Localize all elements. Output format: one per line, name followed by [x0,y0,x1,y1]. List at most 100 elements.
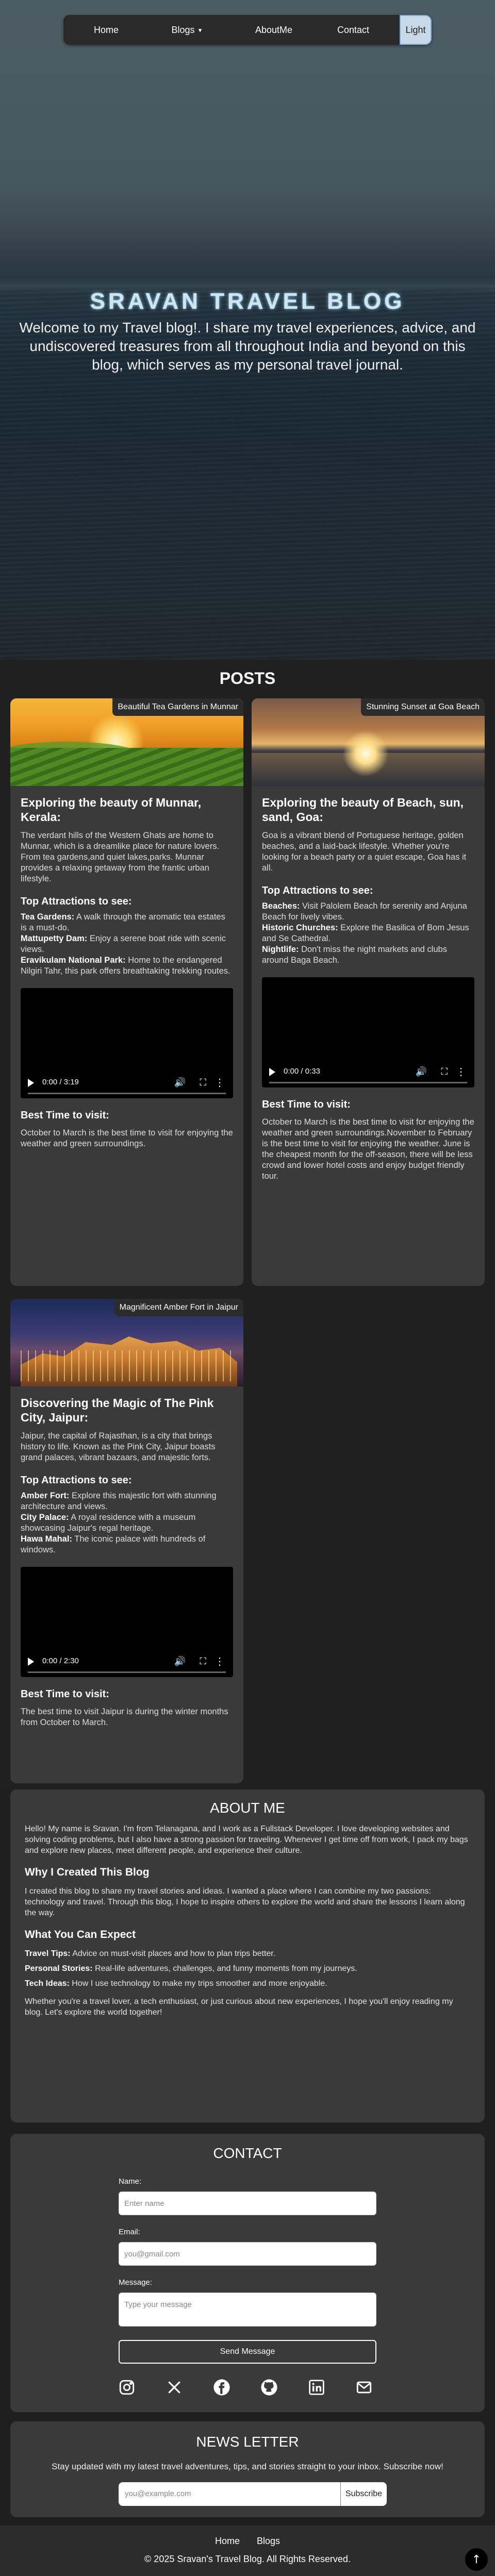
email-icon[interactable] [354,2377,374,2398]
expect-item: Tech Ideas: How I use technology to make… [25,1978,470,1989]
theme-toggle-button[interactable]: Light [400,15,432,45]
footer-home-link[interactable]: Home [215,2536,240,2546]
fullscreen-icon[interactable]: ⛶ [200,1656,206,1667]
facebook-icon[interactable] [211,2377,232,2398]
video-player[interactable]: 0:00 / 2:30 🔊 ⛶ ⋮ [21,1567,233,1677]
x-icon[interactable] [164,2377,185,2398]
video-time: 0:00 / 2:30 [42,1657,79,1665]
post-caption: Stunning Sunset at Goa Beach [361,698,485,716]
attraction-item: Tea Gardens: A walk through the aromatic… [21,912,233,933]
post-best-time-text: October to March is the best time to vis… [262,1117,474,1181]
attraction-name: City Palace: [21,1513,69,1522]
caret-down-icon: ▼ [197,27,203,34]
attraction-item: Beaches: Visit Palolem Beach for serenit… [262,901,474,923]
about-why-text: I created this blog to share my travel s… [25,1887,465,1917]
back-to-top-arrow-icon[interactable]: ↑ [465,2548,488,2571]
nav-blogs-dropdown[interactable]: Blogs ▼ [156,25,218,36]
attraction-item: City Palace: A royal residence with a mu… [21,1512,233,1534]
nav-about-link[interactable]: AboutMe [243,25,305,36]
attraction-name: Amber Fort: [21,1491,70,1500]
post-caption: Magnificent Amber Fort in Jaipur [114,1299,243,1316]
play-icon[interactable] [28,1658,34,1666]
message-textarea[interactable]: Type your message [119,2293,376,2327]
name-input[interactable]: Enter name [119,2192,376,2215]
play-icon[interactable] [28,1079,34,1087]
post-card-goa: Stunning Sunset at Goa Beach Exploring t… [252,698,485,1286]
about-title: ABOUT ME [210,1800,285,1816]
subscribe-button[interactable]: Subscribe [340,2482,387,2506]
send-message-button[interactable]: Send Message [119,2340,376,2364]
posts-title: POSTS [219,669,276,688]
nav-home-link[interactable]: Home [83,25,129,36]
video-progress-bar[interactable] [269,1082,467,1083]
attraction-item: Mattupetty Dam: Enjoy a serene boat ride… [21,933,233,955]
video-controls: 0:00 / 3:19 🔊 ⛶ ⋮ [21,1076,233,1091]
post-intro: Goa is a vibrant blend of Portuguese her… [262,831,467,873]
video-controls: 0:00 / 2:30 🔊 ⛶ ⋮ [21,1654,233,1670]
more-options-icon[interactable]: ⋮ [214,1655,225,1668]
post-heading: Exploring the beauty of Munnar, Kerala: [21,796,202,824]
attraction-name: Hawa Mahal: [21,1534,72,1544]
about-why-title: Why I Created This Blog [25,1866,150,1878]
video-time: 0:00 / 3:19 [42,1078,79,1086]
nav-contact-link[interactable]: Contact [327,25,379,36]
attraction-name: Historic Churches: [262,923,338,932]
github-icon[interactable] [259,2377,279,2398]
video-player[interactable]: 0:00 / 3:19 🔊 ⛶ ⋮ [21,988,233,1098]
expect-desc: How I use technology to make my trips sm… [72,1979,327,1988]
contact-title: CONTACT [213,2145,282,2161]
post-image-goa: Stunning Sunset at Goa Beach [252,698,485,786]
attraction-name: Nightlife: [262,945,299,954]
name-label: Name: [119,2177,142,2186]
attraction-name: Beaches: [262,901,300,911]
hero-title: SRAVAN TRAVEL BLOG [90,289,405,314]
top-navbar: Home Blogs ▼ AboutMe Contact Light [63,15,432,45]
post-best-time-title: Best Time to visit: [21,1110,109,1121]
play-icon[interactable] [269,1068,275,1076]
newsletter-section: NEWS LETTER Stay updated with my latest … [10,2421,485,2517]
post-attractions-title: Top Attractions to see: [21,1475,132,1486]
more-options-icon[interactable]: ⋮ [214,1076,225,1089]
page: Home Blogs ▼ AboutMe Contact Light SRAVA… [0,0,495,2576]
about-expect-title: What You Can Expect [25,1929,136,1941]
footer-blogs-link[interactable]: Blogs [257,2536,280,2546]
message-label: Message: [119,2278,153,2287]
attraction-item: Historic Churches: Explore the Basilica … [262,923,474,944]
post-card-munnar: Beautiful Tea Gardens in Munnar Explorin… [10,698,243,1286]
post-best-time-text: The best time to visit Jaipur is during … [21,1707,228,1727]
attraction-item: Nightlife: Don't miss the night markets … [262,944,474,966]
post-best-time-title: Best Time to visit: [262,1099,351,1110]
post-caption: Beautiful Tea Gardens in Munnar [112,698,243,716]
expect-item: Travel Tips: Advice on must-visit places… [25,1948,470,1959]
video-controls: 0:00 / 0:33 🔊 ⛶ ⋮ [262,1065,474,1080]
expect-name: Tech Ideas: [25,1979,70,1988]
video-progress-bar[interactable] [28,1093,226,1094]
volume-icon[interactable]: 🔊 [174,1077,186,1088]
hero-section: Home Blogs ▼ AboutMe Contact Light SRAVA… [0,0,495,660]
newsletter-text: Stay updated with my latest travel adven… [52,2462,443,2471]
footer: Home Blogs © 2025 Sravan's Travel Blog. … [0,2525,495,2576]
volume-icon[interactable]: 🔊 [174,1656,186,1667]
attraction-item: Eravikulam National Park: Home to the en… [21,955,233,977]
footer-links: Home Blogs [0,2536,495,2547]
volume-icon[interactable]: 🔊 [416,1066,427,1077]
video-player[interactable]: 0:00 / 0:33 🔊 ⛶ ⋮ [262,977,474,1088]
about-section: ABOUT ME Hello! My name is Sravan. I'm f… [10,1789,485,2122]
email-input[interactable]: you@gmail.com [119,2242,376,2266]
attraction-name: Eravikulam National Park: [21,956,126,965]
about-outro: Whether you're a travel lover, a tech en… [25,1997,453,2017]
attraction-name: Mattupetty Dam: [21,934,88,943]
post-image-munnar: Beautiful Tea Gardens in Munnar [10,698,243,786]
attraction-name: Tea Gardens: [21,912,75,922]
post-image-jaipur: Magnificent Amber Fort in Jaipur [10,1299,243,1386]
instagram-icon[interactable] [117,2377,137,2398]
fullscreen-icon[interactable]: ⛶ [441,1066,448,1077]
hero-subtitle: Welcome to my Travel blog!. I share my t… [19,320,476,373]
footer-copyright: © 2025 Sravan's Travel Blog. All Rights … [144,2554,351,2564]
more-options-icon[interactable]: ⋮ [456,1065,466,1078]
newsletter-email-input[interactable]: you@example.com [119,2482,340,2506]
fullscreen-icon[interactable]: ⛶ [200,1077,206,1088]
linkedin-icon[interactable] [306,2377,327,2398]
post-attractions-title: Top Attractions to see: [262,885,373,896]
video-progress-bar[interactable] [28,1671,226,1673]
